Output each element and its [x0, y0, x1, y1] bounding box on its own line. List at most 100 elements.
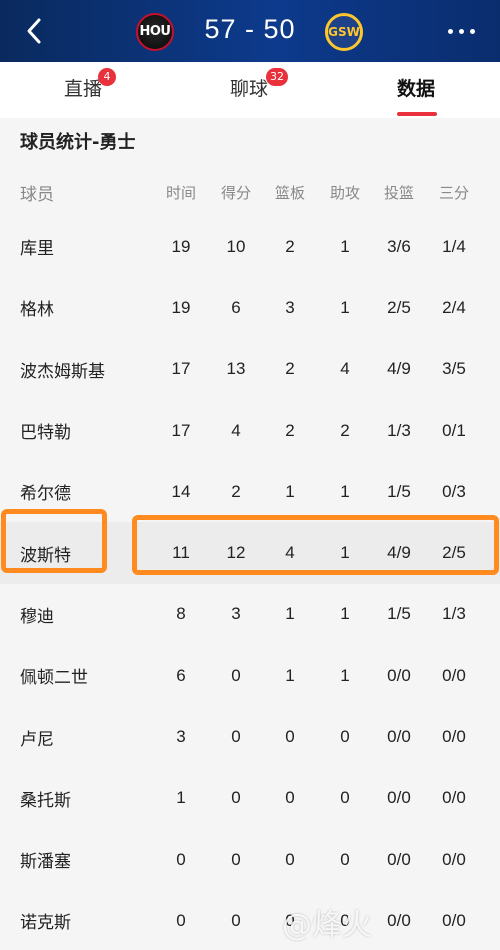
stat-tp: 1/3 [442, 604, 466, 624]
player-name[interactable]: 佩顿二世 [20, 645, 88, 706]
stat-ast: 0 [340, 849, 350, 869]
stat-ft: 0 [487, 584, 500, 645]
stat-ast: 1 [340, 481, 350, 501]
stat-min: 6 [176, 665, 186, 685]
stat-pts: 0 [231, 665, 241, 685]
table-row[interactable]: 诺克斯00000/00/00 [0, 890, 500, 950]
stat-ast: 4 [340, 359, 350, 379]
tab-badge: 32 [266, 68, 289, 86]
stat-pts: 6 [231, 297, 241, 317]
stat-fg: 0/0 [387, 910, 411, 930]
highlight-box-player-stats [132, 515, 499, 575]
stat-pts: 13 [226, 359, 246, 379]
stat-pts: 0 [231, 910, 241, 930]
stat-min: 0 [176, 849, 186, 869]
stat-tp: 0/1 [442, 420, 466, 440]
stat-ast: 1 [340, 236, 350, 256]
table-row[interactable]: 斯潘塞 0 0 0 0 0/0 0/0 0 [0, 828, 500, 891]
column-header[interactable]: 三分 [429, 168, 479, 216]
stat-fg: 0/0 [387, 727, 411, 747]
watermark: @烽火 [282, 908, 372, 943]
column-header[interactable]: 时间 [156, 168, 206, 216]
stat-ast: 2 [340, 420, 350, 440]
column-header[interactable]: 助攻 [320, 168, 370, 216]
stat-reb: 2 [285, 420, 295, 440]
tab-label: 聊球 [230, 78, 269, 100]
stat-ft: 0 [487, 645, 500, 706]
stat-ast: 1 [340, 604, 350, 624]
table-row[interactable]: 穆迪 8 3 1 1 1/5 1/3 0 [0, 583, 500, 646]
stat-tp: 0/0 [442, 910, 466, 930]
player-name[interactable]: 穆迪 [20, 584, 54, 645]
stat-min: 19 [171, 236, 191, 256]
chevron-left-icon [27, 18, 41, 44]
stat-ft: 0 [487, 890, 500, 950]
stat-fg: 1/5 [387, 481, 411, 501]
more-dots-icon[interactable] [444, 20, 478, 40]
stat-min: 3 [176, 727, 186, 747]
tab-label: 数据 [397, 78, 436, 100]
stat-ft: 0 [487, 461, 500, 522]
stat-tp: 1/4 [442, 236, 466, 256]
tab-live[interactable]: 直播 4 [64, 68, 117, 101]
stat-fg: 0/0 [387, 788, 411, 808]
player-name[interactable]: 格林 [20, 277, 54, 338]
column-header[interactable]: 罚 [487, 168, 500, 216]
player-name[interactable]: 巴特勒 [20, 400, 71, 461]
stat-ast: 1 [340, 297, 350, 317]
away-team-abbr: GSW [328, 25, 360, 39]
stat-ft: 0 [487, 706, 500, 767]
table-row[interactable]: 佩顿二世 6 0 1 1 0/0 0/0 0 [0, 645, 500, 707]
stat-pts: 0 [231, 727, 241, 747]
stat-reb: 2 [285, 236, 295, 256]
stat-pts: 0 [231, 788, 241, 808]
column-header: 球员 [20, 184, 54, 205]
stat-pts: 4 [231, 420, 241, 440]
stat-tp: 3/5 [442, 359, 466, 379]
table-row[interactable]: 桑托斯 1 0 0 0 0/0 0/0 0 [0, 767, 500, 829]
stat-pts: 2 [231, 481, 241, 501]
table-row[interactable]: 库里 19 10 2 1 3/6 1/4 3 [0, 216, 500, 278]
stat-reb: 2 [285, 359, 295, 379]
table-row[interactable]: 格林 19 6 3 1 2/5 2/4 0 [0, 277, 500, 339]
stat-reb: 1 [285, 604, 295, 624]
stat-ft: 0 [487, 829, 500, 890]
player-name[interactable]: 库里 [20, 216, 54, 277]
section-title: 球员统计-勇士 [20, 132, 136, 153]
player-name[interactable]: 斯潘塞 [20, 829, 71, 890]
player-name[interactable]: 诺克斯 [20, 890, 71, 950]
stat-ft: 0 [487, 277, 500, 338]
away-team-logo[interactable]: GSW [325, 13, 363, 51]
stat-tp: 0/0 [442, 788, 466, 808]
stat-ft: 2 [487, 400, 500, 461]
stat-ast: 1 [340, 665, 350, 685]
game-header: HOU 57 - 50 GSW [0, 0, 500, 62]
player-name[interactable]: 波杰姆斯基 [20, 339, 105, 400]
player-name[interactable]: 桑托斯 [20, 768, 71, 829]
player-name[interactable]: 卢尼 [20, 706, 54, 767]
back-button[interactable] [20, 16, 50, 46]
tab-badge: 4 [98, 68, 117, 86]
stat-min: 17 [171, 359, 191, 379]
stat-tp: 0/3 [442, 481, 466, 501]
table-row[interactable]: 波杰姆斯基 17 13 2 4 4/9 3/5 2 [0, 338, 500, 400]
stat-tp: 0/0 [442, 665, 466, 685]
column-header[interactable]: 篮板 [265, 168, 315, 216]
stat-fg: 2/5 [387, 297, 411, 317]
tab-stats[interactable]: 数据 [397, 74, 435, 101]
stat-ft: 2 [487, 339, 500, 400]
tab-chat[interactable]: 聊球 32 [230, 68, 289, 101]
table-row[interactable]: 卢尼 3 0 0 0 0/0 0/0 0 [0, 706, 500, 768]
stat-tp: 0/0 [442, 727, 466, 747]
stat-reb: 3 [285, 297, 295, 317]
stat-pts: 10 [226, 236, 246, 256]
table-row[interactable]: 巴特勒 17 4 2 2 1/3 0/1 2 [0, 399, 500, 462]
home-team-logo[interactable]: HOU [136, 13, 174, 51]
column-header[interactable]: 投篮 [374, 168, 424, 216]
tab-label: 直播 [64, 78, 103, 100]
stat-fg: 0/0 [387, 665, 411, 685]
stat-reb: 1 [285, 665, 295, 685]
column-header[interactable]: 得分 [211, 168, 261, 216]
stat-min: 14 [171, 481, 191, 501]
stat-min: 17 [171, 420, 191, 440]
